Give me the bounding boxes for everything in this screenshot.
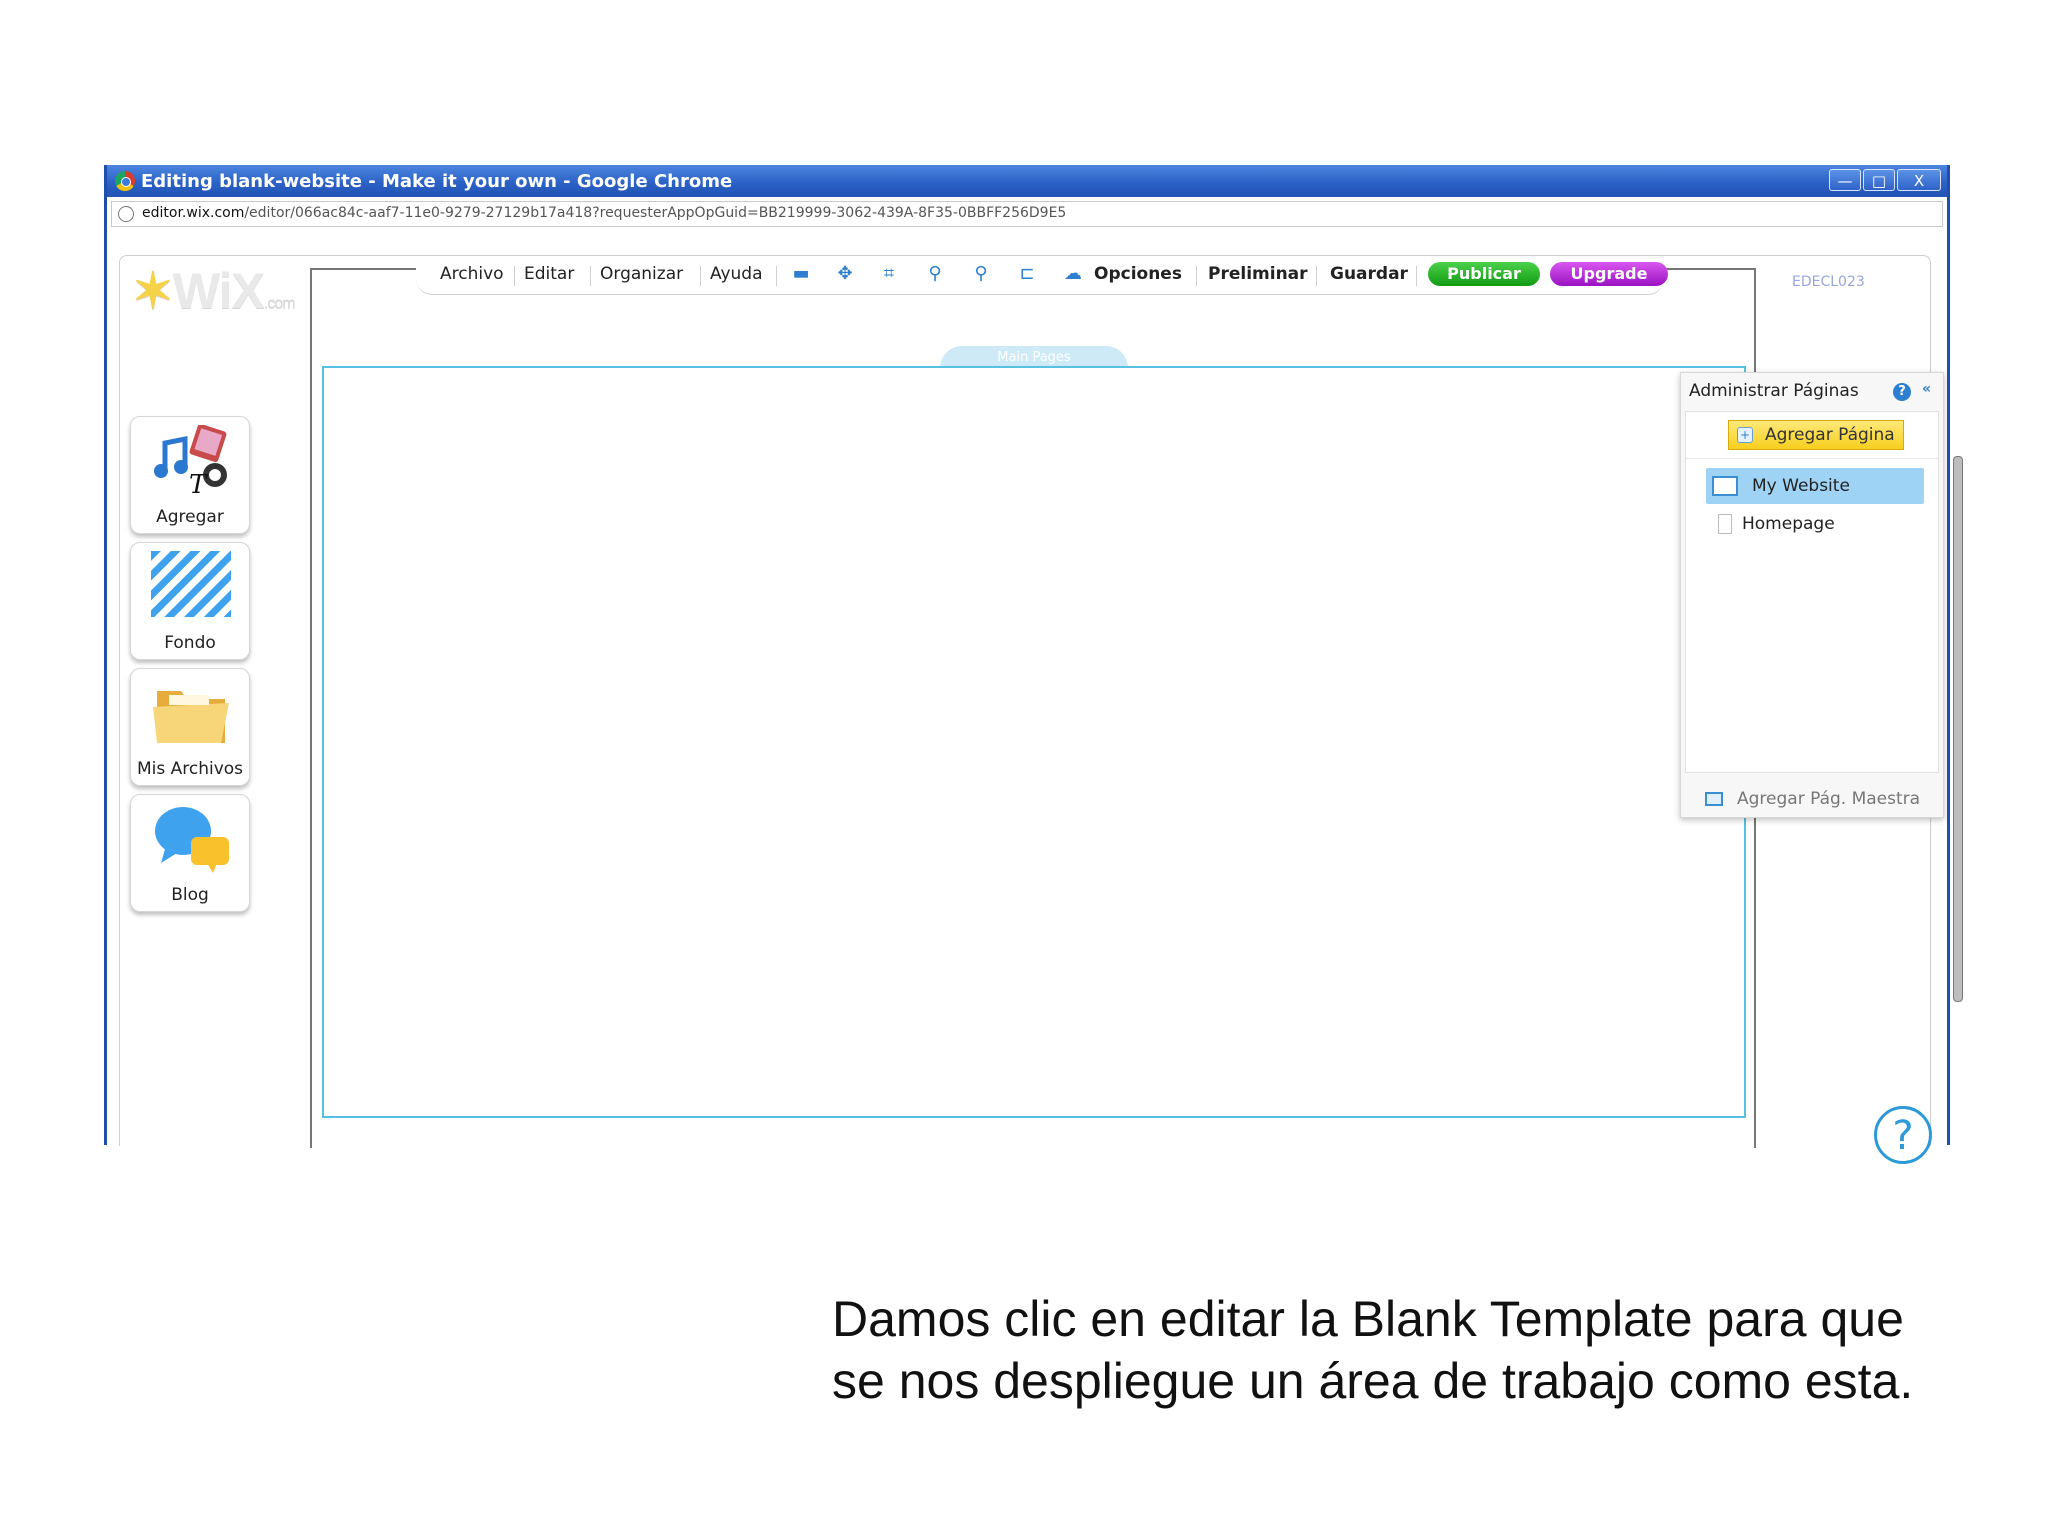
- chat-bubbles-icon: [155, 807, 229, 873]
- background-icon: [151, 551, 231, 617]
- menu-separator: [776, 266, 777, 286]
- plus-icon: +: [1737, 427, 1753, 443]
- svg-text:T: T: [189, 470, 208, 497]
- publish-button[interactable]: Publicar: [1428, 262, 1540, 286]
- divider: [1686, 458, 1938, 459]
- help-icon[interactable]: ?: [1893, 383, 1911, 401]
- url-text[interactable]: editor.wix.com/editor/066ac84c-aaf7-11e0…: [142, 205, 1066, 221]
- add-master-page-button[interactable]: Agregar Pág. Maestra: [1705, 789, 1920, 809]
- save-button[interactable]: Guardar: [1330, 264, 1408, 284]
- chrome-logo-icon: [115, 171, 135, 191]
- menu-separator: [1316, 266, 1317, 286]
- move-icon[interactable]: ✥: [834, 264, 856, 284]
- site-icon: [1712, 476, 1738, 496]
- blog-tool-button[interactable]: Blog: [130, 794, 250, 912]
- menu-separator: [700, 266, 701, 286]
- add-page-button[interactable]: + Agregar Página: [1728, 420, 1904, 450]
- account-name[interactable]: EDECL023: [1792, 274, 1865, 290]
- master-page-icon: [1705, 792, 1723, 806]
- background-tool-label: Fondo: [164, 633, 216, 653]
- wix-editor: ✶WiX.com T Agregar Fondo Mis Archivos Bl…: [119, 255, 1963, 1164]
- minimize-button[interactable]: —: [1829, 169, 1861, 191]
- zoom-in-icon[interactable]: ⚲: [970, 264, 992, 284]
- url-host: editor.wix.com: [142, 205, 245, 221]
- menu-separator: [1416, 266, 1417, 286]
- menu-editar[interactable]: Editar: [524, 264, 574, 284]
- options-button[interactable]: Opciones: [1094, 264, 1182, 284]
- blog-tool-label: Blog: [171, 885, 209, 905]
- add-media-icon: T: [154, 425, 227, 497]
- maximize-button[interactable]: □: [1863, 169, 1895, 191]
- help-bubble-icon[interactable]: ?: [1874, 1106, 1932, 1164]
- wix-logo: ✶WiX.com: [132, 263, 296, 319]
- page-icon: [1718, 514, 1732, 534]
- page-name: Homepage: [1742, 514, 1835, 534]
- add-page-label: Agregar Página: [1765, 425, 1895, 445]
- pages-panel-title: Administrar Páginas: [1689, 381, 1859, 401]
- top-menu-bar: Archivo Editar Organizar Ayuda ▬ ✥ ⌗ ⚲ ⚲…: [416, 256, 1668, 295]
- background-tool-button[interactable]: Fondo: [130, 542, 250, 660]
- upgrade-button[interactable]: Upgrade: [1550, 262, 1668, 286]
- menu-separator: [514, 266, 515, 286]
- menu-ayuda[interactable]: Ayuda: [710, 264, 763, 284]
- folder-icon: [153, 691, 229, 743]
- my-files-tool-label: Mis Archivos: [136, 759, 244, 779]
- vertical-scrollbar[interactable]: [1953, 456, 1963, 1002]
- menu-separator: [590, 266, 591, 286]
- menu-archivo[interactable]: Archivo: [440, 264, 504, 284]
- address-bar[interactable]: editor.wix.com/editor/066ac84c-aaf7-11e0…: [111, 201, 1943, 227]
- window-title: Editing blank-website - Make it your own…: [141, 171, 733, 192]
- preview-button[interactable]: Preliminar: [1208, 264, 1308, 284]
- add-master-page-label: Agregar Pág. Maestra: [1737, 789, 1921, 809]
- site-name: My Website: [1752, 476, 1850, 496]
- add-tool-label: Agregar: [156, 507, 224, 527]
- collapse-icon[interactable]: «: [1922, 381, 1931, 397]
- add-tool-button[interactable]: T Agregar: [130, 416, 250, 534]
- main-pages-tab[interactable]: Main Pages: [940, 346, 1128, 368]
- ruler-icon[interactable]: ⊏: [1016, 264, 1038, 284]
- settings-icon[interactable]: ☁: [1062, 264, 1084, 284]
- menu-organizar[interactable]: Organizar: [600, 264, 683, 284]
- globe-icon: [118, 206, 134, 222]
- pages-panel: Administrar Páginas ? « + Agregar Página…: [1680, 372, 1944, 818]
- menu-separator: [1196, 266, 1197, 286]
- pages-list: + Agregar Página My Website Homepage: [1685, 411, 1939, 773]
- close-button[interactable]: X: [1897, 169, 1941, 191]
- page-canvas[interactable]: [322, 366, 1746, 1118]
- browser-window: Editing blank-website - Make it your own…: [104, 165, 1963, 1164]
- left-toolbar: T Agregar Fondo Mis Archivos Blog: [130, 416, 252, 920]
- site-tree-item[interactable]: My Website: [1706, 468, 1924, 504]
- url-path: /editor/066ac84c-aaf7-11e0-9279-27129b17…: [244, 205, 1067, 221]
- my-files-tool-button[interactable]: Mis Archivos: [130, 668, 250, 786]
- title-bar: Editing blank-website - Make it your own…: [107, 165, 1947, 197]
- slide-caption: Damos clic en editar la Blank Template p…: [832, 1291, 1914, 1409]
- page-item-homepage[interactable]: Homepage: [1718, 506, 1936, 542]
- star-icon: ✶: [132, 263, 174, 319]
- crop-icon[interactable]: ⌗: [878, 264, 900, 284]
- speech-bubble-icon[interactable]: ▬: [790, 264, 812, 284]
- zoom-out-icon[interactable]: ⚲: [924, 264, 946, 284]
